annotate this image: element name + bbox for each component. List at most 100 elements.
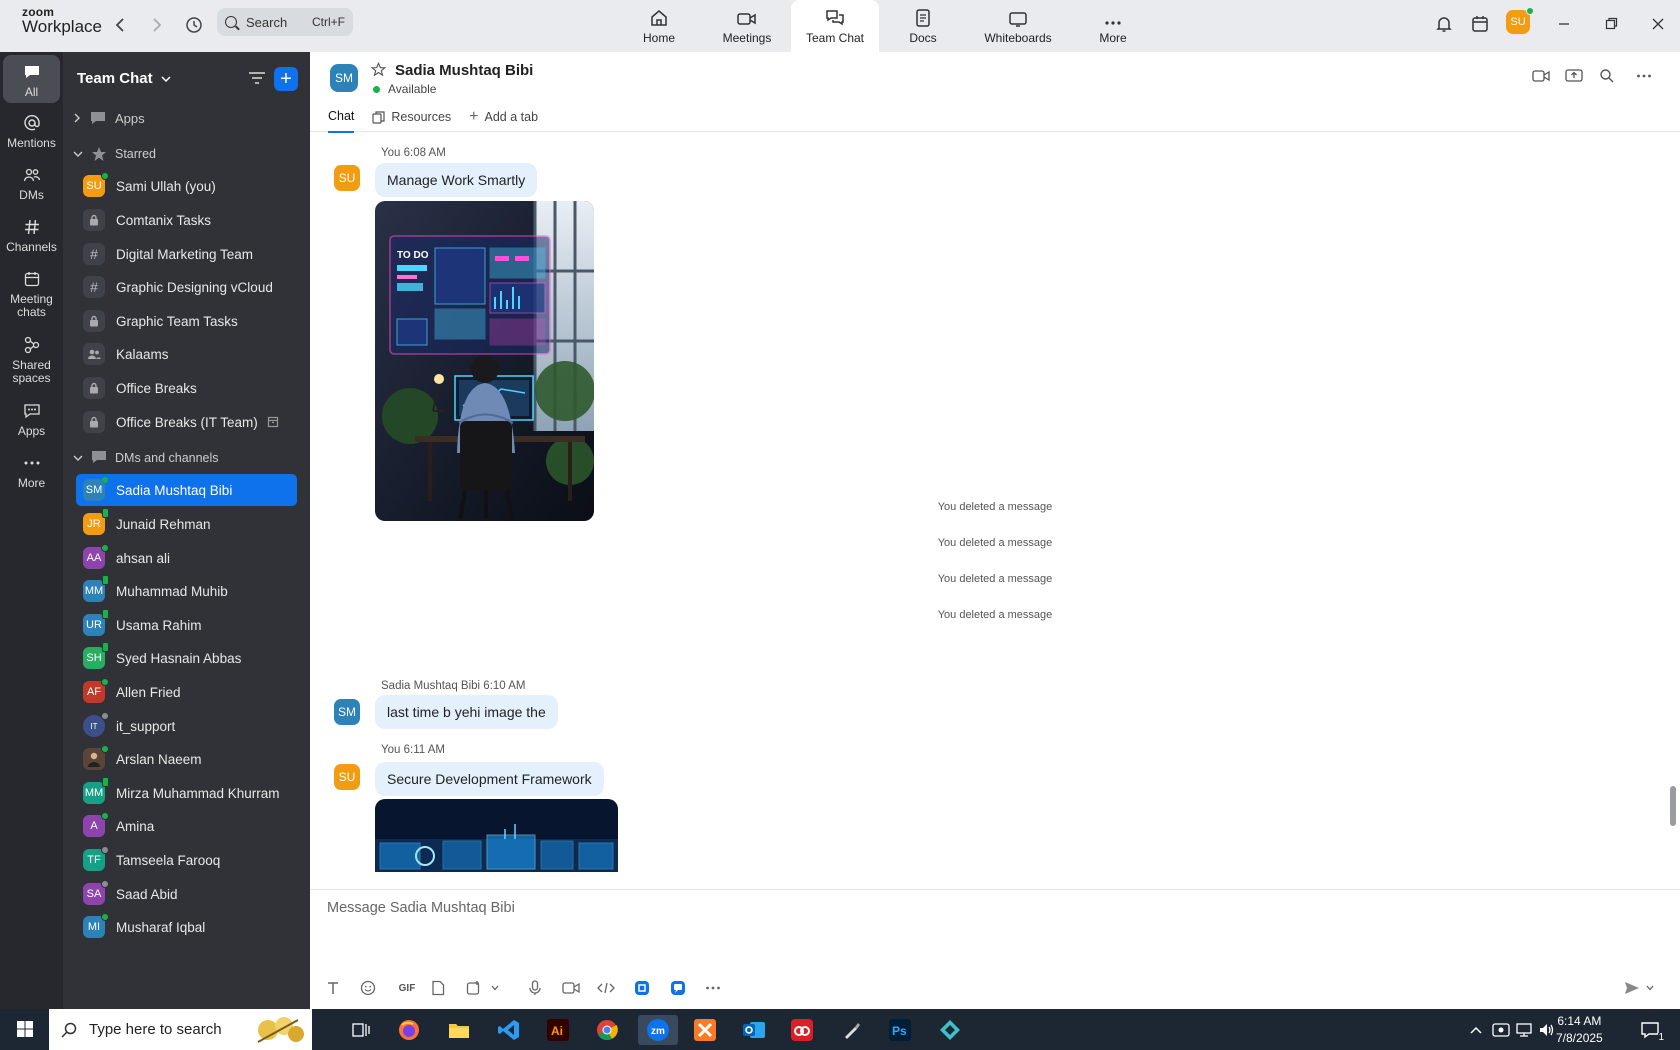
tab-home[interactable]: Home xyxy=(615,0,703,52)
dm-item-arslan-naeem[interactable]: Arslan Naeem xyxy=(76,743,297,775)
video-message-icon[interactable] xyxy=(560,977,582,999)
history-icon[interactable] xyxy=(181,12,207,38)
rail-all[interactable]: All xyxy=(3,55,60,103)
vscode-icon[interactable] xyxy=(493,1015,525,1045)
message-avatar[interactable]: SU xyxy=(334,165,360,191)
dm-item-sadia-mushtaq-bibi[interactable]: SM Sadia Mushtaq Bibi xyxy=(76,474,297,506)
message-avatar[interactable]: SM xyxy=(334,699,360,725)
message-image-attachment[interactable]: TO DO xyxy=(375,201,594,521)
rail-mentions[interactable]: Mentions xyxy=(3,112,60,150)
tab-docs[interactable]: Docs xyxy=(879,0,967,52)
search-icon[interactable] xyxy=(1595,64,1619,88)
task-view-icon[interactable] xyxy=(345,1015,377,1045)
network-icon[interactable] xyxy=(1513,1015,1535,1045)
rail-channels[interactable]: Channels xyxy=(3,216,60,254)
dm-item-musharaf-iqbal[interactable]: MI Musharaf Iqbal xyxy=(76,911,297,943)
tab-more[interactable]: More xyxy=(1069,0,1157,52)
pen-tool-icon[interactable] xyxy=(836,1015,868,1045)
photoshop-icon[interactable]: Ps xyxy=(884,1015,916,1045)
message-bubble[interactable]: Secure Development Framework xyxy=(375,762,604,796)
starred-item-digital-marketing-team[interactable]: # Digital Marketing Team xyxy=(76,238,297,270)
chevron-down-icon[interactable] xyxy=(1643,977,1657,999)
taskbar-clock[interactable]: 6:14 AM 7/8/2025 xyxy=(1556,1013,1603,1047)
dm-item-mirza-muhammad-khurram[interactable]: MM Mirza Muhammad Khurram xyxy=(76,777,297,809)
message-image-attachment[interactable] xyxy=(375,799,618,872)
creative-cloud-icon[interactable] xyxy=(786,1015,818,1045)
new-chat-button[interactable]: + xyxy=(274,67,298,91)
chevron-up-icon[interactable] xyxy=(1465,1015,1487,1045)
starred-item-office-breaks[interactable]: Office Breaks xyxy=(76,372,297,404)
firefox-icon[interactable] xyxy=(393,1015,425,1045)
app-diamond-icon[interactable] xyxy=(934,1015,966,1045)
tab-meetings[interactable]: Meetings xyxy=(703,0,791,52)
taskbar-search[interactable]: Type here to search xyxy=(49,1009,312,1050)
dm-item-tamseela-farooq[interactable]: TF Tamseela Farooq xyxy=(76,844,297,876)
contact-avatar[interactable]: SM xyxy=(330,64,358,92)
filter-icon[interactable] xyxy=(248,70,266,86)
contact-name[interactable]: Sadia Mushtaq Bibi xyxy=(395,62,533,79)
message-avatar[interactable]: SU xyxy=(334,764,360,790)
more-dots-icon[interactable] xyxy=(702,977,724,999)
tab-chat[interactable]: Chat xyxy=(328,108,355,133)
chevron-down-icon[interactable] xyxy=(488,977,502,999)
star-outline-icon[interactable] xyxy=(370,62,387,81)
dm-item-allen-fried[interactable]: AF Allen Fried xyxy=(76,676,297,708)
notification-center-icon[interactable]: 1 xyxy=(1635,1015,1665,1045)
starred-item-comtanix-tasks[interactable]: Comtanix Tasks xyxy=(76,204,297,236)
file-explorer-icon[interactable] xyxy=(443,1015,475,1045)
bell-icon[interactable] xyxy=(1431,11,1457,37)
screenshot-icon[interactable] xyxy=(463,977,485,999)
code-snippet-icon[interactable] xyxy=(595,977,617,999)
dm-item-junaid-rehman[interactable]: JR Junaid Rehman xyxy=(76,508,297,540)
section-dms-and-channels[interactable]: DMs and channels xyxy=(73,450,219,465)
rail-apps[interactable]: Apps xyxy=(3,400,60,438)
dm-item-amina[interactable]: A Amina xyxy=(76,810,297,842)
xampp-icon[interactable] xyxy=(689,1015,721,1045)
emoji-icon[interactable] xyxy=(357,977,379,999)
maximize-icon[interactable] xyxy=(1598,11,1624,37)
rail-shared-spaces[interactable]: Shared spaces xyxy=(3,334,60,384)
meet-now-icon[interactable] xyxy=(1490,1015,1512,1045)
chrome-icon[interactable] xyxy=(591,1015,623,1045)
rail-meeting-chats[interactable]: Meeting chats xyxy=(3,268,60,318)
tab-team-chat[interactable]: Team Chat xyxy=(791,0,879,52)
composer-placeholder[interactable]: Message Sadia Mushtaq Bibi xyxy=(327,900,515,916)
file-icon[interactable] xyxy=(427,977,449,999)
starred-item-graphic-team-tasks[interactable]: Graphic Team Tasks xyxy=(76,305,297,337)
user-avatar[interactable]: SU xyxy=(1506,7,1534,34)
outlook-icon[interactable] xyxy=(738,1015,770,1045)
microphone-icon[interactable] xyxy=(524,977,546,999)
dm-item-syed-hasnain-abbas[interactable]: SH Syed Hasnain Abbas xyxy=(76,642,297,674)
volume-icon[interactable] xyxy=(1536,1015,1558,1045)
dm-item-it-support[interactable]: IT it_support xyxy=(76,710,297,742)
minimize-icon[interactable] xyxy=(1551,11,1577,37)
dm-item-muhammad-muhib[interactable]: MM Muhammad Muhib xyxy=(76,575,297,607)
message-bubble[interactable]: Manage Work Smartly xyxy=(375,163,538,197)
gif-button[interactable]: GIF xyxy=(394,977,420,999)
video-call-icon[interactable] xyxy=(1529,64,1553,88)
sidebar-title[interactable]: Team Chat xyxy=(77,70,171,87)
windows-start-icon[interactable] xyxy=(9,1014,41,1044)
share-screen-icon[interactable] xyxy=(1562,64,1586,88)
close-icon[interactable] xyxy=(1645,11,1671,37)
back-arrow-icon[interactable] xyxy=(107,12,133,38)
forward-arrow-icon[interactable] xyxy=(144,12,170,38)
dm-item-usama-rahim[interactable]: UR Usama Rahim xyxy=(76,609,297,641)
starred-item-office-breaks-it-team[interactable]: Office Breaks (IT Team) xyxy=(76,406,297,438)
message-list-scrollbar[interactable] xyxy=(1670,786,1676,826)
more-options-icon[interactable] xyxy=(1632,64,1656,88)
starred-item-sami-ullah[interactable]: SU Sami Ullah (you) xyxy=(76,170,297,202)
rail-dms[interactable]: DMs xyxy=(3,164,60,202)
adobe-illustrator-icon[interactable]: Ai xyxy=(542,1015,574,1045)
starred-item-kalaams[interactable]: Kalaams xyxy=(76,338,297,370)
calendar-icon[interactable] xyxy=(1467,11,1493,37)
rail-more[interactable]: More xyxy=(3,452,60,490)
text-format-icon[interactable] xyxy=(322,977,344,999)
dm-item-saad-abid[interactable]: SA Saad Abid xyxy=(76,878,297,910)
tab-resources[interactable]: Resources xyxy=(372,108,451,133)
dm-item-ahsan-ali[interactable]: AA ahsan ali xyxy=(76,542,297,574)
send-icon[interactable] xyxy=(1621,977,1643,999)
zoom-taskbar-icon[interactable]: zm xyxy=(638,1015,678,1045)
section-apps[interactable]: Apps xyxy=(73,110,145,126)
tab-whiteboards[interactable]: Whiteboards xyxy=(967,0,1069,52)
